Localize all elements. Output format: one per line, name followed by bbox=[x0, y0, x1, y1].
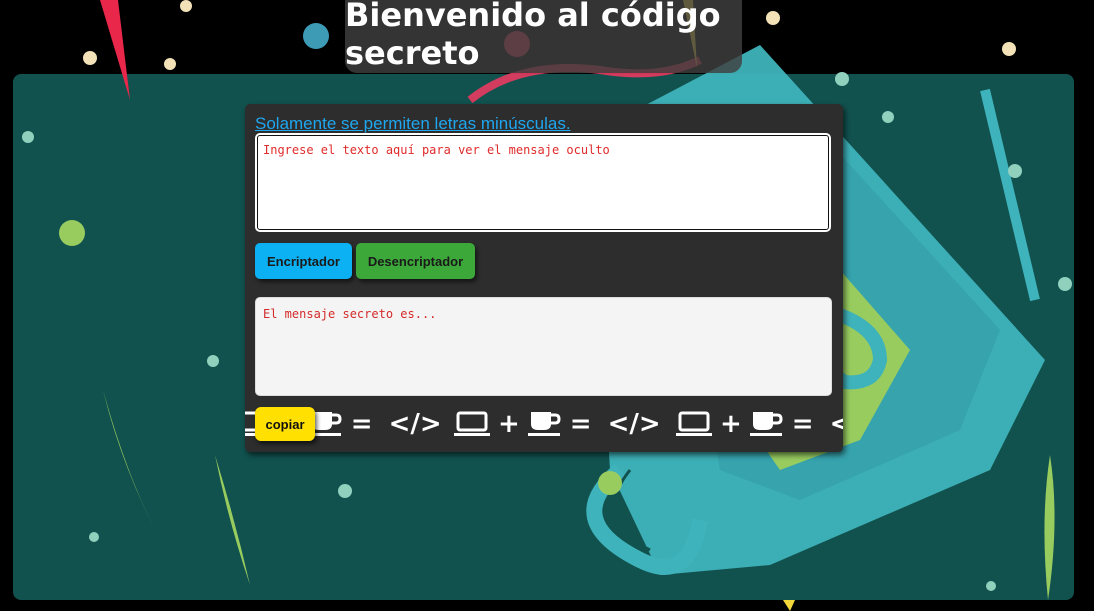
page-title: Bienvenido al código secreto bbox=[345, 0, 721, 72]
plus-sign: + bbox=[720, 409, 742, 439]
coffee-cup-icon bbox=[749, 412, 783, 436]
coffee-cup-icon bbox=[527, 412, 561, 436]
encrypt-button[interactable]: Encriptador bbox=[255, 243, 352, 279]
laptop-icon bbox=[676, 411, 712, 436]
laptop-icon bbox=[454, 411, 490, 436]
code-symbol: </> bbox=[829, 409, 843, 439]
message-input[interactable] bbox=[255, 133, 831, 232]
app-root: Bienvenido al código secreto Solamente s… bbox=[0, 0, 1094, 611]
plus-sign: + bbox=[498, 409, 520, 439]
decrypt-button[interactable]: Desencriptador bbox=[356, 243, 475, 279]
lowercase-hint: Solamente se permiten letras minúsculas. bbox=[255, 114, 571, 133]
equals-sign: = bbox=[350, 409, 373, 439]
code-banner: + = </> + = </> + = </> bbox=[245, 404, 843, 444]
code-symbol: </> bbox=[607, 409, 661, 439]
result-output[interactable] bbox=[255, 297, 832, 396]
code-symbol: </> bbox=[388, 409, 442, 439]
red-streak bbox=[100, 0, 130, 100]
banner-group: + = </> bbox=[676, 410, 843, 438]
banner-group: + = </> bbox=[454, 410, 669, 438]
copy-button[interactable]: copiar bbox=[255, 407, 315, 441]
equals-sign: = bbox=[791, 409, 814, 439]
equals-sign: = bbox=[569, 409, 592, 439]
encryptor-card: Solamente se permiten letras minúsculas.… bbox=[245, 104, 843, 452]
